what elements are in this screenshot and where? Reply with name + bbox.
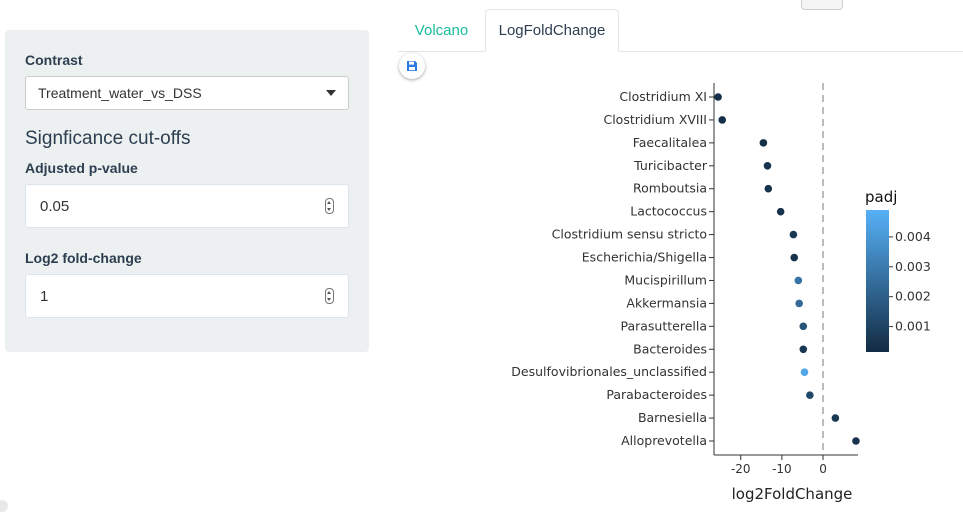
sidebar-panel: Contrast Treatment_water_vs_DSS Signfica… bbox=[5, 30, 369, 352]
tab-logfoldchange[interactable]: LogFoldChange bbox=[485, 9, 619, 52]
data-point bbox=[789, 230, 798, 239]
floppy-disk-icon bbox=[407, 61, 417, 71]
legend-title: padj bbox=[865, 188, 897, 206]
color-scale-bar bbox=[866, 210, 889, 352]
data-point bbox=[790, 253, 799, 262]
lfc-label: Log2 fold-change bbox=[25, 250, 142, 266]
chevron-down-icon bbox=[326, 90, 336, 96]
data-point bbox=[831, 414, 840, 422]
y-tick-label: Lactococcus bbox=[630, 204, 707, 219]
y-tick-label: Escherichia/Shigella bbox=[582, 250, 707, 265]
significance-section-title: Signficance cut-offs bbox=[25, 128, 191, 149]
data-point bbox=[806, 391, 814, 399]
data-point bbox=[763, 162, 772, 170]
y-tick-label: Romboutsia bbox=[633, 181, 707, 196]
pvalue-input-value: 0.05 bbox=[40, 197, 70, 215]
data-point bbox=[714, 93, 722, 101]
x-tick-label: -20 bbox=[731, 462, 751, 476]
y-tick-label: Akkermansia bbox=[626, 295, 707, 310]
data-point bbox=[764, 184, 773, 193]
y-tick-label: Desulfovibrionales_unclassified bbox=[511, 364, 707, 379]
legend-tick-label: 0.004 bbox=[895, 229, 931, 244]
contrast-label: Contrast bbox=[25, 52, 83, 68]
y-tick-label: Faecalitalea bbox=[633, 135, 707, 150]
tab-volcano[interactable]: Volcano bbox=[398, 9, 485, 51]
data-point bbox=[759, 139, 768, 147]
y-tick-label: Clostridium sensu stricto bbox=[552, 227, 707, 242]
logfoldchange-chart: -20 -10 0 log2FoldChange Clostridium XI Clost… bbox=[511, 83, 931, 503]
y-tick-label: Turicibacter bbox=[633, 158, 708, 173]
y-tick-label: Alloprevotella bbox=[621, 433, 707, 448]
data-point bbox=[776, 207, 785, 216]
x-tick-label: -10 bbox=[772, 462, 792, 476]
data-point bbox=[718, 116, 727, 124]
pvalue-label: Adjusted p-value bbox=[25, 160, 138, 176]
spinner-icon[interactable] bbox=[325, 198, 334, 214]
y-tick-label: Barnesiella bbox=[638, 410, 707, 425]
data-point bbox=[799, 345, 808, 354]
legend-tick-label: 0.001 bbox=[895, 319, 931, 334]
contrast-select-value: Treatment_water_vs_DSS bbox=[38, 85, 202, 101]
pvalue-input[interactable]: 0.05 bbox=[25, 184, 349, 228]
y-tick-label: Parabacteroides bbox=[606, 387, 707, 402]
y-tick-label: Parasutterella bbox=[620, 318, 707, 333]
data-point bbox=[852, 437, 860, 445]
legend-tick-label: 0.002 bbox=[895, 289, 931, 304]
x-axis-title: log2FoldChange bbox=[732, 485, 853, 503]
y-tick-label: Clostridium XVIII bbox=[603, 112, 707, 127]
data-point bbox=[795, 299, 803, 308]
scroll-indicator bbox=[0, 500, 8, 512]
y-tick-label: Clostridium XI bbox=[619, 89, 707, 104]
contrast-select[interactable]: Treatment_water_vs_DSS bbox=[25, 76, 349, 110]
y-tick-label: Bacteroides bbox=[633, 341, 707, 356]
spinner-icon[interactable] bbox=[325, 288, 334, 304]
data-point bbox=[799, 322, 808, 331]
lfc-input-value: 1 bbox=[40, 287, 49, 305]
legend-tick-label: 0.003 bbox=[895, 259, 931, 274]
y-tick-label: Mucispirillum bbox=[624, 272, 707, 287]
x-tick-label: 0 bbox=[819, 462, 827, 476]
data-point bbox=[800, 368, 809, 377]
data-point bbox=[794, 276, 803, 285]
tab-bar: Volcano LogFoldChange bbox=[398, 9, 963, 52]
lfc-input[interactable]: 1 bbox=[25, 274, 349, 318]
